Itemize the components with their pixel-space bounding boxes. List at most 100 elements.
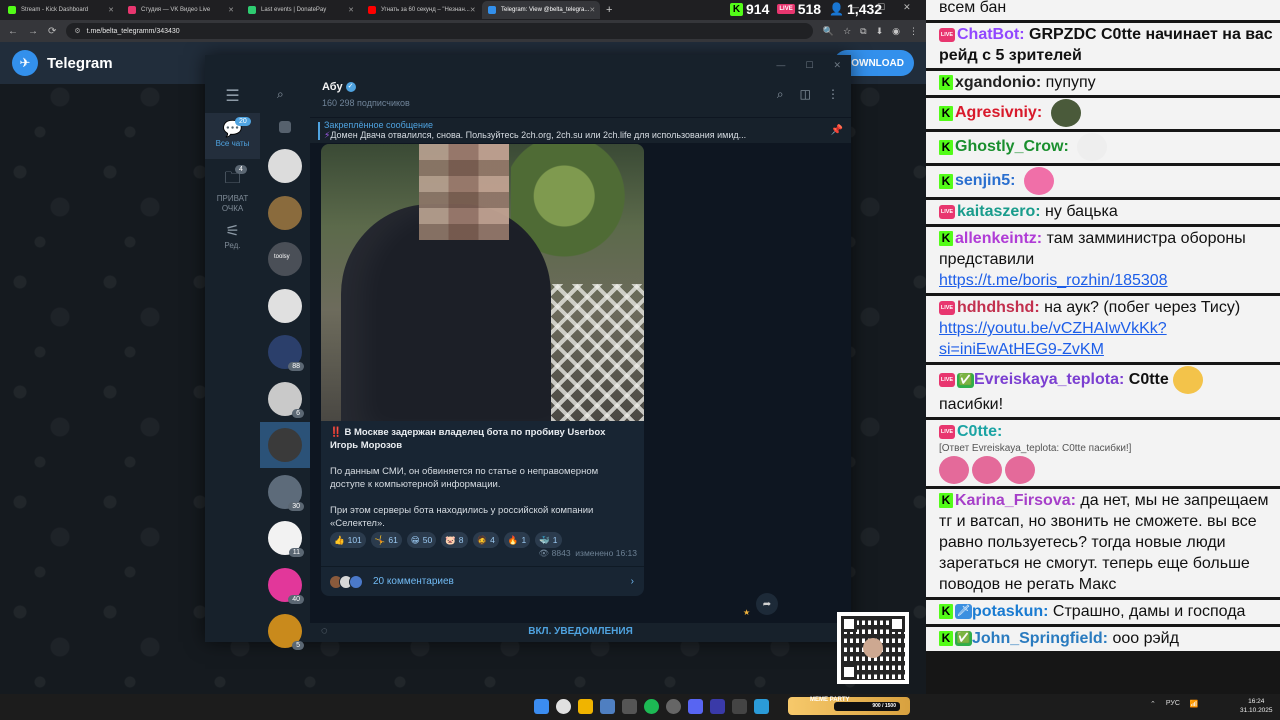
tab-close-icon[interactable]: ✕	[589, 6, 595, 14]
telegram-brand: Telegram	[47, 54, 113, 72]
chat-list-item[interactable]	[260, 422, 310, 468]
chat-text: на аук? (побег через Тису)	[1044, 299, 1241, 316]
vk-live-badge-icon: LIVE	[939, 424, 955, 439]
share-button[interactable]: ➦	[756, 593, 778, 615]
user-badge-icon: 🗡	[955, 604, 972, 620]
reload-icon[interactable]: ⟳	[48, 26, 56, 37]
discord-icon[interactable]	[688, 699, 703, 714]
profile-icon[interactable]: ◉	[892, 26, 900, 37]
new-tab-button[interactable]: +	[606, 4, 612, 16]
tab-close-icon[interactable]: ✕	[228, 6, 234, 14]
folder-all-chats[interactable]: 💬 20 Все чаты	[205, 113, 260, 159]
download-icon[interactable]: ⬇	[876, 26, 884, 37]
chat-list-item[interactable]: 88	[268, 335, 304, 371]
folder-edit[interactable]: ⚟ Ред.	[205, 215, 260, 255]
chat-header[interactable]: Абу ✓ 160 298 подписчиков ⌕ ◫ ⋮	[310, 75, 851, 117]
browser-tab[interactable]: Telegram: View @belta_telegra... ✕	[482, 1, 600, 19]
chat-text: ооо рэйд	[1112, 630, 1179, 647]
app-icon[interactable]	[710, 699, 725, 714]
reaction-chip[interactable]: 🔥 1	[503, 532, 531, 548]
minimize-icon[interactable]: —	[850, 2, 859, 13]
user-icon: 👤	[829, 2, 845, 16]
reaction-count: 1	[552, 535, 558, 545]
pin-list-icon[interactable]: 📌	[831, 125, 843, 136]
app-icon[interactable]	[732, 699, 747, 714]
chat-messages: всем бан LIVE ChatBot: GRPZDC C0tte начина…	[926, 0, 1280, 654]
sidebar-toggle-icon[interactable]: ◫	[800, 87, 811, 102]
telegram-icon[interactable]	[754, 699, 769, 714]
post-body: ‼️ В Москве задержан владелец бота по пр…	[330, 426, 635, 530]
chat-link[interactable]: https://t.me/boris_rozhin/185308	[939, 270, 1274, 291]
unread-badge: 6	[292, 408, 304, 418]
menu-dots-icon[interactable]: ⋮	[909, 26, 918, 37]
search-icon[interactable]	[556, 699, 571, 714]
chat-list-item[interactable]	[268, 149, 302, 183]
tab-close-icon[interactable]: ✕	[108, 6, 114, 14]
extensions-icon[interactable]: ⧉	[860, 26, 866, 37]
spotify-icon[interactable]	[644, 699, 659, 714]
reaction-chip[interactable]: 😁 50	[406, 532, 437, 548]
windows-taskbar: MEME PARTY 900 / 1500 ⌃ РУС 📶 16:24 31.1…	[0, 694, 1280, 720]
tab-close-icon[interactable]: ✕	[470, 6, 476, 14]
back-icon[interactable]: ←	[8, 26, 18, 37]
chat-list-item[interactable]: 5	[268, 614, 304, 650]
chat-link[interactable]: https://youtu.be/vCZHAIwVkKk?si=iniEwAtH…	[939, 318, 1274, 360]
archive-icon[interactable]	[279, 121, 291, 133]
search-icon[interactable]: ⌕	[277, 87, 284, 102]
tab-favicon-icon	[368, 6, 376, 14]
chat-list-item[interactable]: 6	[268, 381, 304, 418]
network-icon[interactable]: 📶	[1190, 700, 1199, 708]
maximize-icon[interactable]: ☐	[805, 60, 813, 71]
close-icon[interactable]: ✕	[833, 60, 841, 71]
more-dots-icon[interactable]: ⋮	[827, 87, 839, 102]
forward-icon[interactable]: →	[28, 26, 38, 37]
chat-list-item[interactable]	[268, 288, 302, 323]
browser-tab[interactable]: Угнать за 60 секунд – "Незнан... ✕	[362, 1, 480, 19]
system-clock[interactable]: 16:24 31.10.2025	[1240, 697, 1273, 715]
chat-list-item[interactable]: 30	[268, 474, 304, 511]
search-icon[interactable]: ⌕	[777, 87, 784, 102]
reaction-chip[interactable]: 🤸 61	[370, 532, 402, 548]
site-info-icon[interactable]: ⚙	[74, 27, 80, 35]
reaction-chip[interactable]: 🧔 4	[472, 532, 499, 548]
browser-tab[interactable]: Студия — VK Видео Live ✕	[122, 1, 240, 19]
tab-close-icon[interactable]: ✕	[348, 6, 354, 14]
folder-private[interactable]: 🗀 4 ПРИВАТ ОЧКА	[205, 159, 260, 215]
app-icon[interactable]	[666, 699, 681, 714]
zoom-icon[interactable]: 🔍	[823, 26, 834, 37]
chat-list-item[interactable]: 40	[268, 567, 304, 604]
chat-header-actions: ⌕ ◫ ⋮	[777, 87, 839, 102]
explorer-icon[interactable]	[578, 699, 593, 714]
reaction-chip[interactable]: 🐷 8	[441, 532, 468, 548]
tray-arrow-icon[interactable]: ⌃	[1150, 700, 1156, 708]
language-indicator[interactable]: РУС	[1166, 700, 1180, 708]
qr-pattern	[841, 616, 905, 680]
maximize-icon[interactable]: ☐	[877, 2, 885, 13]
chat-list-item[interactable]: toolsy	[268, 242, 302, 276]
chat-username: ChatBot:	[957, 26, 1025, 43]
obs-icon[interactable]	[622, 699, 637, 714]
vk-viewers: LIVE 518	[777, 1, 822, 17]
post-meta: 👁 8843 изменено 16:13	[538, 548, 637, 559]
close-icon[interactable]: ✕	[903, 2, 911, 13]
steam-icon[interactable]	[600, 699, 615, 714]
url-field[interactable]: ⚙ t.me/belta_telegramm/343430	[66, 23, 813, 39]
chat-list-item[interactable]: 11	[268, 521, 304, 557]
browser-tab[interactable]: Last events | DonatePay ✕	[242, 1, 360, 19]
reaction-chip[interactable]: 🐳 1	[535, 532, 562, 548]
browser-tab[interactable]: Stream - Kick Dashboard ✕	[2, 1, 120, 19]
commenter-avatars	[329, 574, 363, 589]
minimize-icon[interactable]: —	[776, 60, 785, 70]
post-photo[interactable]	[321, 144, 644, 421]
unread-badge: 30	[288, 501, 304, 511]
address-bar: ← → ⟳ ⚙ t.me/belta_telegramm/343430 🔍 ☆ …	[0, 20, 926, 42]
pinned-message-bar[interactable]: Закреплённое сообщение ⚡Домен Двача отва…	[310, 117, 851, 143]
main-menu-button[interactable]: ☰	[205, 75, 260, 113]
enable-notifications-button[interactable]: ВКЛ. УВЕДОМЛЕНИЯ	[310, 626, 851, 637]
comments-button[interactable]: 20 комментариев ›	[321, 566, 644, 596]
start-icon[interactable]	[534, 699, 549, 714]
chat-list-item[interactable]	[268, 195, 302, 230]
tab-label: Студия — VK Видео Live	[141, 7, 211, 13]
reaction-chip[interactable]: 👍 101	[330, 532, 366, 548]
bookmark-star-icon[interactable]: ☆	[843, 26, 851, 37]
